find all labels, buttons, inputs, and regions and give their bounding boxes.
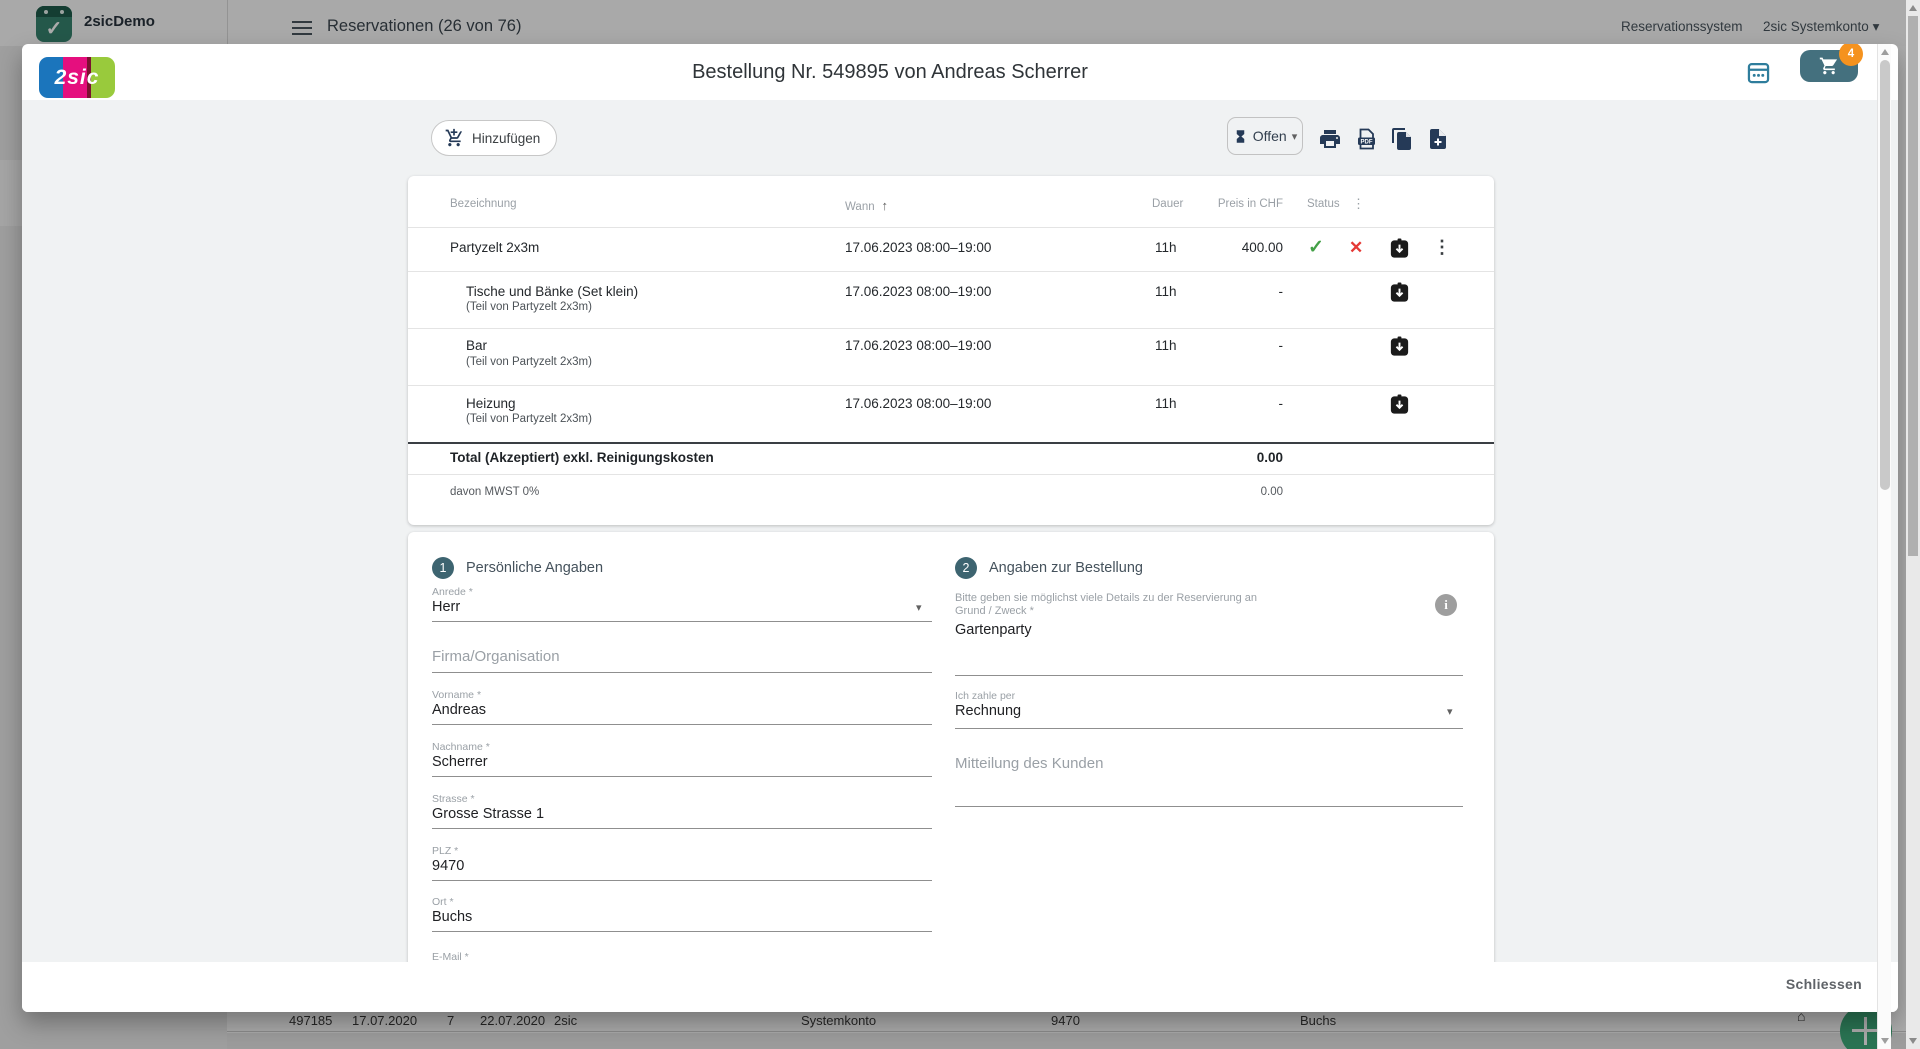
strasse-label: Strasse * — [432, 793, 475, 805]
order-items-card: Bezeichnung Wann ↑ Dauer Preis in CHF St… — [408, 176, 1494, 525]
info-icon[interactable]: i — [1435, 594, 1457, 616]
item-when: 17.06.2023 08:00–19:00 — [845, 284, 991, 299]
item-name: Bar — [466, 338, 487, 353]
inventory-box-icon[interactable] — [1388, 281, 1410, 303]
item-when: 17.06.2023 08:00–19:00 — [845, 338, 991, 353]
item-parent-note: (Teil von Partyzelt 2x3m) — [466, 413, 592, 425]
scroll-up-icon[interactable] — [1881, 49, 1889, 55]
vorname-label: Vorname * — [432, 689, 481, 701]
item-price: 400.00 — [1242, 240, 1283, 255]
nachname-label: Nachname * — [432, 741, 490, 753]
accept-icon[interactable]: ✓ — [1308, 236, 1330, 258]
item-duration: 11h — [1155, 338, 1177, 353]
personal-section-title: Persönliche Angaben — [466, 560, 603, 576]
inventory-box-icon[interactable] — [1388, 237, 1410, 259]
order-dialog: 2sic Bestellung Nr. 549895 von Andreas S… — [22, 44, 1898, 1012]
col-bezeichnung[interactable]: Bezeichnung — [450, 198, 517, 210]
item-duration: 11h — [1155, 240, 1177, 255]
strasse-value: Grosse Strasse 1 — [432, 806, 544, 822]
status-dropdown[interactable]: Offen ▾ — [1227, 117, 1303, 155]
reason-hint: Bitte geben sie möglichst viele Details … — [955, 592, 1257, 604]
pdf-export-button[interactable]: PDF — [1354, 127, 1378, 151]
col-preis[interactable]: Preis in CHF — [1218, 198, 1283, 210]
chevron-down-icon: ▾ — [1447, 705, 1453, 718]
sort-asc-icon: ↑ — [878, 198, 888, 213]
item-when: 17.06.2023 08:00–19:00 — [845, 396, 991, 411]
scrollbar-thumb[interactable] — [1908, 16, 1918, 556]
firma-placeholder: Firma/Organisation — [432, 648, 560, 665]
ort-label: Ort * — [432, 896, 454, 908]
step-2-badge: 2 — [955, 557, 977, 579]
item-name: Partyzelt 2x3m — [450, 240, 539, 255]
item-parent-note: (Teil von Partyzelt 2x3m) — [466, 301, 592, 313]
scroll-down-icon[interactable] — [1909, 1038, 1917, 1044]
nachname-value: Scherrer — [432, 754, 488, 770]
item-name: Tische und Bänke (Set klein) — [466, 284, 638, 299]
reject-icon[interactable]: ✕ — [1349, 238, 1371, 260]
add-file-button[interactable] — [1426, 127, 1450, 151]
payment-value: Rechnung — [955, 703, 1021, 719]
calendar-icon[interactable] — [1738, 52, 1778, 92]
dialog-footer: Schliessen — [22, 962, 1898, 1012]
inventory-box-icon[interactable] — [1388, 393, 1410, 415]
ort-value: Buchs — [432, 909, 472, 925]
add-shopping-cart-icon — [444, 128, 464, 148]
scroll-up-icon[interactable] — [1909, 5, 1917, 11]
total-label: Total (Akzeptiert) exkl. Reinigungskoste… — [450, 450, 714, 465]
row-menu-icon[interactable]: ⋮ — [1433, 237, 1455, 259]
item-duration: 11h — [1155, 396, 1177, 411]
scrollbar-thumb[interactable] — [1880, 60, 1890, 490]
scroll-down-icon[interactable] — [1881, 1038, 1889, 1044]
order-section-title: Angaben zur Bestellung — [989, 560, 1143, 576]
vat-value: 0.00 — [1261, 486, 1283, 498]
item-when: 17.06.2023 08:00–19:00 — [845, 240, 991, 255]
dialog-title: Bestellung Nr. 549895 von Andreas Scherr… — [22, 61, 1758, 84]
order-form-card: 1 Persönliche Angaben Anrede * Herr ▾ Fi… — [408, 532, 1494, 1006]
svg-text:PDF: PDF — [1361, 140, 1373, 146]
screen: ✓ 2sicDemo Reservationen (26 von 76) Res… — [0, 0, 1920, 1049]
anrede-label: Anrede * — [432, 586, 473, 598]
customer-message-placeholder: Mitteilung des Kunden — [955, 755, 1103, 772]
status-label: Offen — [1253, 128, 1287, 144]
item-parent-note: (Teil von Partyzelt 2x3m) — [466, 356, 592, 368]
reason-value: Gartenparty — [955, 622, 1032, 638]
anrede-value: Herr — [432, 599, 460, 615]
payment-label: Ich zahle per — [955, 690, 1015, 702]
chevron-down-icon: ▾ — [1292, 130, 1298, 143]
dialog-scrollbar[interactable] — [1877, 44, 1891, 1049]
shopping-cart-icon — [1819, 56, 1839, 76]
reason-label: Grund / Zweck * — [955, 605, 1034, 617]
chevron-down-icon: ▾ — [916, 601, 922, 614]
col-status[interactable]: Status — [1307, 198, 1340, 210]
hourglass-icon — [1233, 129, 1248, 144]
vorname-value: Andreas — [432, 702, 486, 718]
step-1-badge: 1 — [432, 557, 454, 579]
copy-button[interactable] — [1390, 127, 1414, 151]
item-duration: 11h — [1155, 284, 1177, 299]
cart-count-badge: 4 — [1839, 44, 1863, 66]
add-item-button[interactable]: Hinzufügen — [431, 120, 557, 156]
item-name: Heizung — [466, 396, 516, 411]
item-price: - — [1279, 284, 1284, 299]
col-dauer[interactable]: Dauer — [1152, 198, 1183, 210]
browser-scrollbar[interactable] — [1906, 0, 1920, 1049]
total-value: 0.00 — [1257, 450, 1283, 465]
vat-label: davon MWST 0% — [450, 486, 539, 498]
col-wann[interactable]: Wann ↑ — [845, 198, 888, 213]
plz-value: 9470 — [432, 858, 464, 874]
add-item-label: Hinzufügen — [472, 131, 540, 146]
inventory-box-icon[interactable] — [1388, 335, 1410, 357]
plz-label: PLZ * — [432, 845, 458, 857]
column-menu-icon[interactable]: ⋮ — [1352, 196, 1365, 212]
item-price: - — [1279, 338, 1284, 353]
close-button[interactable]: Schliessen — [1786, 976, 1862, 992]
item-price: - — [1279, 396, 1284, 411]
print-button[interactable] — [1318, 127, 1342, 151]
